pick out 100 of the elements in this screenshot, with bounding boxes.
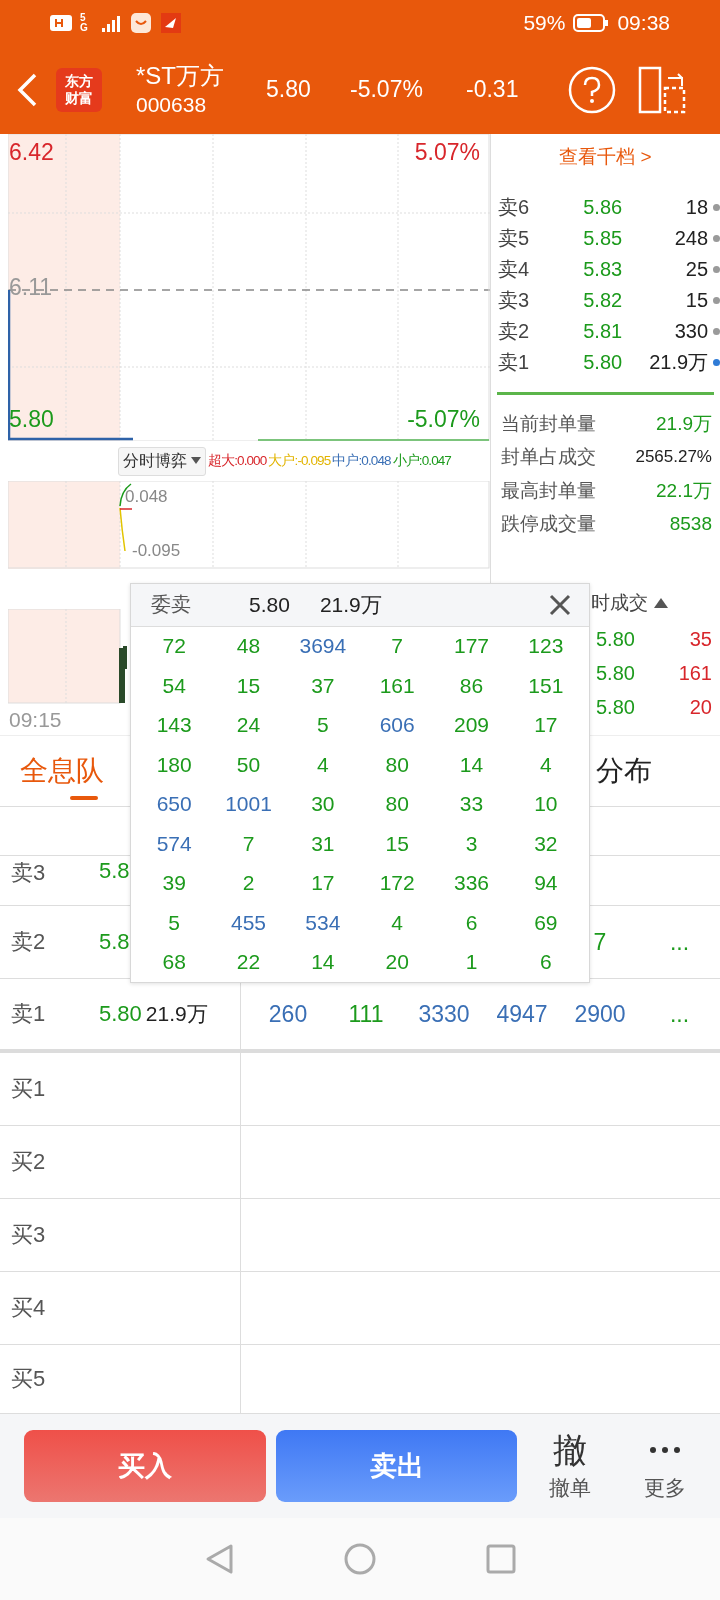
order-size: 30 [310, 792, 336, 817]
ask-price: 5.83 [583, 258, 624, 281]
order-size: 143 [155, 713, 193, 738]
percent-high: 5.07% [414, 139, 480, 165]
order-size: 22 [235, 950, 262, 975]
order-size: 54 [161, 673, 187, 698]
stat-label: 封单占成交 [501, 445, 596, 470]
change-percent: -5.07% [350, 76, 424, 103]
signal-icon [100, 13, 122, 32]
queue-volume: 21.9万 [145, 1001, 208, 1027]
queue-level: 卖3 [11, 859, 47, 887]
indicator-dropdown[interactable]: 分时博弈 [118, 446, 206, 476]
ask-price: 5.86 [583, 196, 624, 219]
order-size: 4 [316, 752, 330, 777]
trade-volume: 20 [689, 695, 712, 719]
trade-price: 5.80 [596, 661, 635, 685]
cancel-order-button[interactable]: 撤 撤单 [527, 1429, 613, 1503]
order-size: 180 [155, 752, 193, 777]
stock-price: 5.80 [266, 76, 312, 103]
app-notification-icon [160, 11, 182, 34]
queue-price: 5.80 [99, 1001, 142, 1027]
time-axis-label: 09:15 [9, 707, 62, 732]
back-icon[interactable] [16, 71, 38, 108]
queue-level: 卖1 [11, 1000, 47, 1028]
order-size: 336 [452, 871, 490, 896]
battery-percentage: 59% [523, 10, 566, 35]
order-size: 3330 [417, 1000, 471, 1028]
order-size: 4 [539, 752, 553, 777]
indicator-value: 超大:0.000 [208, 452, 267, 470]
order-size: 151 [527, 673, 565, 698]
order-size: 80 [384, 792, 410, 817]
home-nav-icon[interactable] [344, 1543, 376, 1575]
order-size: 5 [316, 713, 330, 738]
app-logo: 东方 财富 [56, 67, 102, 112]
sell-button[interactable]: 卖出 [275, 1430, 518, 1502]
price-high: 6.42 [9, 139, 54, 165]
order-size: 17 [533, 713, 559, 738]
order-size: 94 [533, 871, 559, 896]
order-size: 37 [310, 673, 336, 698]
popup-price: 5.80 [249, 592, 290, 617]
view-depth-link[interactable]: 查看千档 > [491, 134, 720, 179]
trade-price: 5.80 [596, 627, 635, 651]
help-icon[interactable] [568, 65, 616, 114]
order-size: 10 [533, 792, 559, 817]
sort-up-icon[interactable] [654, 598, 668, 608]
more-orders[interactable]: ... [639, 928, 720, 956]
popup-title: 委卖 [151, 592, 192, 618]
order-size: 32 [533, 831, 559, 856]
clock-time: 09:38 [617, 10, 670, 35]
stat-value: 21.9万 [656, 411, 712, 436]
order-size: 177 [452, 634, 490, 659]
trade-volume: 161 [678, 661, 712, 685]
stat-label: 当前封单量 [501, 411, 596, 436]
buy-button[interactable]: 买入 [24, 1430, 266, 1502]
ask-level: 卖6 [498, 195, 531, 220]
stat-value: 2565.27% [635, 447, 712, 468]
tab[interactable]: 分布 [596, 740, 652, 802]
more-orders[interactable]: ... [639, 1000, 720, 1028]
order-size: 15 [384, 831, 410, 856]
ask-volume: 248 [673, 227, 709, 250]
ask-level: 卖4 [498, 257, 531, 282]
popup-volume: 21.9万 [319, 591, 382, 618]
ask-volume: 21.9万 [648, 350, 709, 375]
order-size: 2900 [573, 1000, 627, 1028]
ask-price: 5.80 [583, 351, 624, 374]
change-amount: -0.31 [466, 76, 520, 103]
ask-level: 卖2 [498, 319, 531, 344]
split-screen-icon[interactable] [638, 65, 686, 114]
order-size: 68 [161, 950, 187, 975]
ask-level: 卖3 [498, 288, 531, 313]
order-size: 123 [527, 634, 565, 659]
order-size: 39 [161, 871, 187, 896]
network-type: 5G [80, 12, 89, 33]
order-size: 1 [464, 950, 479, 975]
order-size: 7 [390, 634, 404, 659]
order-size: 534 [304, 910, 342, 935]
order-size: 6 [464, 910, 479, 935]
tab[interactable]: 全息队 [20, 740, 104, 802]
order-size: 161 [378, 673, 416, 698]
order-size: 50 [235, 752, 262, 777]
queue-level: 买2 [11, 1148, 47, 1176]
order-size: 5 [167, 910, 181, 935]
order-size: 14 [310, 950, 336, 975]
queue-level: 买1 [11, 1075, 47, 1103]
indicator-value: 中户:0.048 [332, 452, 391, 470]
stock-name: *ST万方 [136, 60, 225, 91]
order-size: 209 [452, 713, 490, 738]
ask-volume: 25 [684, 258, 709, 281]
recents-nav-icon[interactable] [486, 1544, 516, 1574]
more-button[interactable]: 更多 [622, 1429, 708, 1503]
order-size: 606 [378, 713, 416, 738]
indicator-value: 大户:-0.095 [268, 452, 331, 470]
back-nav-icon[interactable] [204, 1543, 234, 1575]
ask-level: 卖5 [498, 226, 531, 251]
hd-icon [50, 13, 72, 32]
stock-code: 000638 [136, 91, 208, 118]
shopping-bag-icon [130, 11, 152, 34]
indicator-high: 0.048 [125, 487, 168, 507]
ask-price: 5.85 [583, 227, 624, 250]
order-size: 7 [241, 831, 256, 856]
